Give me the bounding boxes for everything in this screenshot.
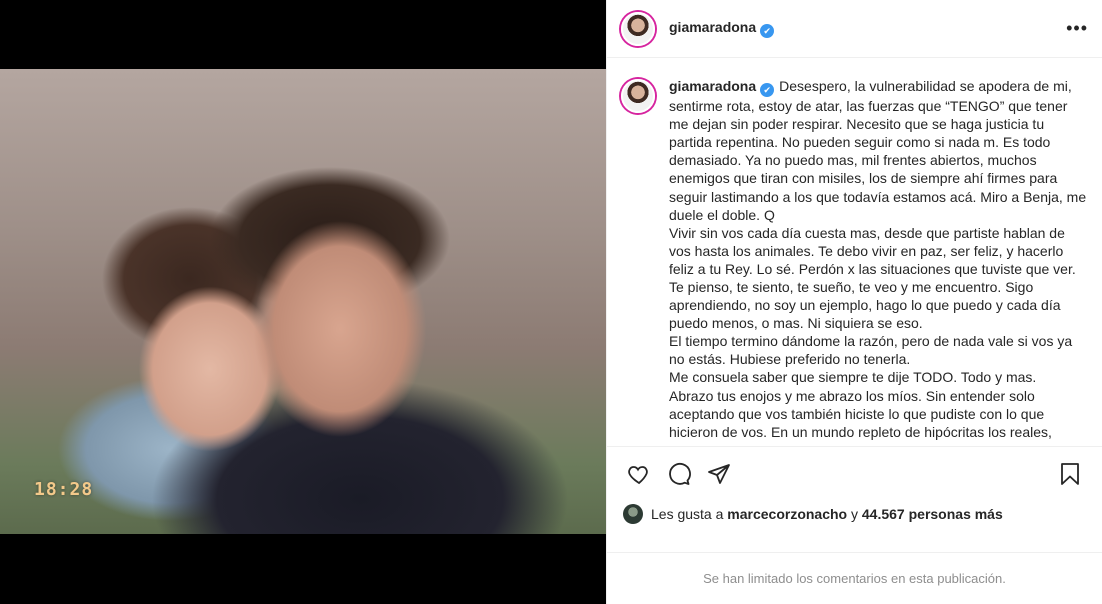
liker-username[interactable]: marcecorzonacho: [727, 506, 847, 522]
post-photo[interactable]: 18:28: [0, 69, 606, 534]
likes-summary: Les gusta a marcecorzonacho y 44.567 per…: [607, 500, 1102, 528]
post-panel: giamaradona ✔ ••• giamaradona ✔ Desespero, …: [606, 0, 1102, 604]
caption-username[interactable]: giamaradona ✔: [669, 78, 775, 98]
share-button[interactable]: [699, 454, 739, 494]
post-header: giamaradona ✔ •••: [607, 0, 1102, 58]
caption-area: giamaradona ✔ Desespero, la vulnerabilidad…: [607, 59, 1102, 445]
comment-icon: [669, 462, 691, 485]
comment-button[interactable]: [659, 454, 699, 494]
post-media: 18:28: [0, 0, 606, 604]
save-button[interactable]: [1050, 454, 1090, 494]
like-button[interactable]: [619, 454, 659, 494]
heart-icon: [628, 465, 648, 484]
instagram-post: 18:28 giamaradona ✔ ••• giamaradona ✔ Deses…: [0, 0, 1102, 604]
likes-prefix: Les gusta a: [651, 506, 724, 522]
more-icon[interactable]: •••: [1066, 18, 1088, 39]
likes-connector: y: [851, 506, 858, 522]
caption-text: Desespero, la vulnerabilidad se apodera …: [669, 78, 1087, 445]
verified-icon: ✔: [760, 24, 775, 39]
photo-timestamp: 18:28: [34, 479, 94, 500]
author-avatar[interactable]: [621, 11, 655, 46]
verified-icon: ✔: [760, 83, 775, 98]
liker-avatar[interactable]: [623, 504, 643, 524]
share-icon: [708, 463, 730, 484]
action-bar: [607, 446, 1102, 500]
bookmark-icon: [1061, 462, 1079, 485]
caption: giamaradona ✔ Desespero, la vulnerabilidad…: [669, 77, 1088, 445]
caption-author-avatar[interactable]: [621, 79, 655, 113]
author-username[interactable]: giamaradona ✔: [669, 19, 775, 39]
likes-count[interactable]: 44.567 personas más: [862, 506, 1003, 522]
comments-limited-notice: Se han limitado los comentarios en esta …: [607, 552, 1102, 604]
